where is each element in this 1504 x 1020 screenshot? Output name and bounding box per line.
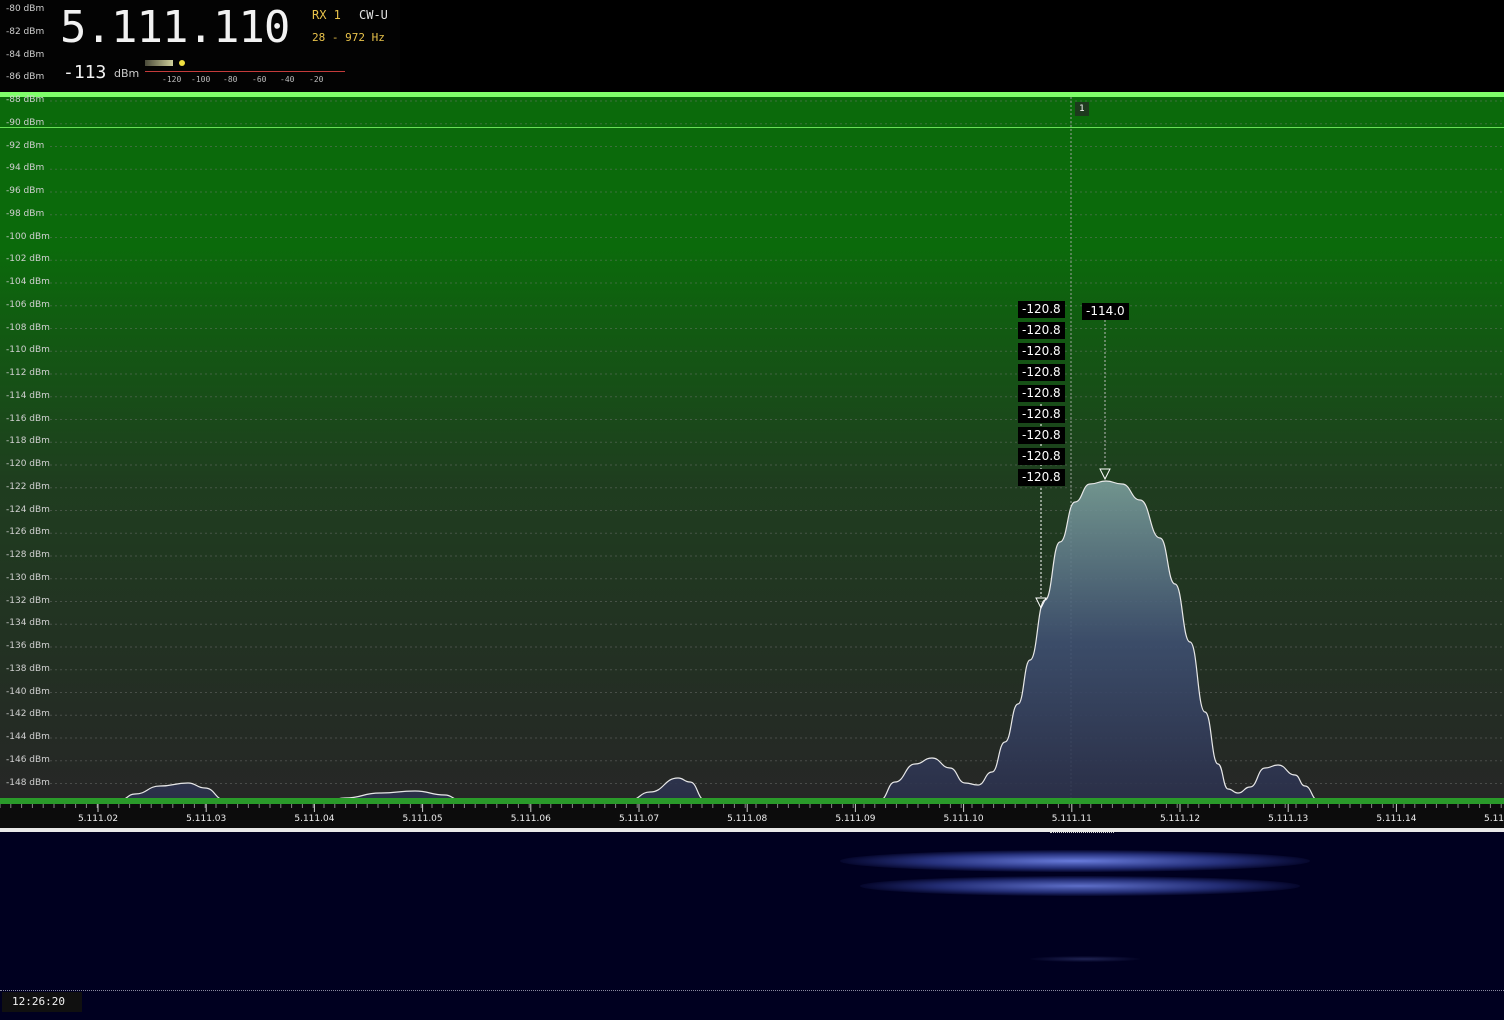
dbm-label: -146 dBm [6,754,50,765]
dbm-label: -136 dBm [6,641,50,651]
dbm-label: -114 dBm [6,390,50,401]
signal-level-value: -113 [63,62,107,83]
dbm-label: -84 dBm [6,49,45,60]
peak-hold-value-label: -120.8 [1018,364,1065,381]
dbm-label: -80 dBm [6,4,45,14]
frequency-ticks [0,804,1502,812]
signal-level-unit: dBm [114,67,140,80]
dbm-label: -122 dBm [6,481,50,492]
dbm-label: -126 dBm [6,527,50,538]
rx-label[interactable]: RX 1 [312,8,341,22]
dbm-label: -130 dBm [6,572,50,583]
dbm-label: -104 dBm [6,277,50,287]
s-meter-tick: -60 [252,75,267,84]
peak-hold-value-label: -120.8 [1018,427,1065,444]
peak-hold-value-label: -120.8 [1018,385,1065,402]
peak-hold-value-label: -120.8 [1018,448,1065,465]
bandwidth-label[interactable]: 28 - 972 Hz [312,31,385,44]
dbm-label: -92 dBm [6,140,45,151]
spectrum-display[interactable]: -88 dBm -90 dBm -92 dBm -94 dBm -96 dBm -98 d… [0,92,1504,804]
dbm-label: -98 dBm [6,208,45,219]
dbm-label: -86 dBm [6,72,45,83]
frequency-label: 5.111.07 [618,814,660,824]
peak-hold-value-label: -120.8 [1018,322,1065,339]
frequency-label: 5.111.11 [1051,814,1092,824]
waterfall-signal-trace [860,876,1300,896]
dbm-label: -96 dBm [6,186,45,196]
waterfall-time-line [0,990,1504,991]
dbm-label: -124 dBm [6,504,50,515]
s-meter-peak-dot [179,60,185,66]
dbm-label: -88 dBm [6,95,45,105]
frequency-label: 5.11 [1483,814,1504,824]
dbm-label: -120 dBm [6,459,50,469]
s-meter-tick: -20 [309,75,324,84]
frequency-label: 5.111.04 [294,814,335,824]
frequency-label: 5.111.14 [1376,814,1417,824]
spectrum-background [0,92,1504,804]
waterfall-timestamp: 12:26:20 [2,992,82,1012]
frequency-label: 5.111.12 [1159,814,1201,824]
dbm-label: -134 dBm [6,618,50,629]
dbm-label: -108 dBm [6,322,50,333]
dbm-label: -118 dBm [6,436,50,447]
frequency-label: 5.111.05 [402,814,443,824]
noise-floor-top-line [0,92,1504,97]
waterfall-vfo-indicator [1050,832,1114,833]
spectrum-plot[interactable] [0,92,1504,804]
dbm-label: -144 dBm [6,732,50,742]
frequency-label: 5.111.13 [1268,814,1309,824]
frequency-label: 5.111.03 [186,814,227,824]
dbm-label: -148 dBm [6,777,50,788]
waterfall-display[interactable]: 12:26:20 [0,832,1504,1020]
header-bar: 5.111.110 RX 1 CW-U 28 - 972 Hz -113 dBm… [0,0,1504,92]
dbm-label: -94 dBm [6,163,45,174]
s-meter-tick: -100 [191,75,211,84]
dbm-label: -128 dBm [6,550,50,560]
waterfall-signal-trace [1030,956,1140,962]
frequency-label: 5.111.09 [835,814,876,824]
s-meter-tick: -120 [162,75,182,84]
frequency-label: 5.111.10 [943,814,984,824]
dbm-label: -100 dBm [6,231,50,242]
dbm-label: -90 dBm [6,117,45,128]
frequency-display[interactable]: 5.111.110 [60,2,290,53]
noise-band-line [0,127,1504,128]
peak-hold-value-label: -120.8 [1018,301,1065,318]
dbm-label: -106 dBm [6,299,50,310]
dbm-label: -110 dBm [6,345,50,356]
dbm-label: -132 dBm [6,595,50,606]
peak-hold-value-label: -120.8 [1018,469,1065,486]
frequency-label: 5.111.06 [510,814,551,824]
s-meter-scale-line [145,71,345,72]
frequency-scale[interactable]: 5.111.02 5.111.03 5.111.04 5.111.05 5.111.06… [0,804,1504,828]
frequency-label: 5.111.02 [77,814,119,824]
peak-value-label: -114.0 [1082,303,1129,320]
s-meter-tick: -80 [223,75,238,84]
dbm-label: -142 dBm [6,709,50,720]
vfo-panel: 5.111.110 RX 1 CW-U 28 - 972 Hz -113 dBm… [0,0,400,92]
waterfall-signal-trace [840,850,1310,872]
dbm-label: -102 dBm [6,254,50,265]
vfo-marker[interactable]: 1 [1075,102,1089,116]
s-meter-tick: -40 [280,75,295,84]
dbm-label: -116 dBm [6,413,50,424]
s-meter-bar [145,60,173,66]
frequency-label: 5.111.08 [727,814,768,824]
dbm-label: -82 dBm [6,26,45,37]
peak-hold-value-label: -120.8 [1018,343,1065,360]
mode-label[interactable]: CW-U [359,8,388,22]
dbm-label: -138 dBm [6,663,50,674]
dbm-label: -140 dBm [6,686,50,697]
dbm-label: -112 dBm [6,368,50,378]
peak-hold-value-label: -120.8 [1018,406,1065,423]
